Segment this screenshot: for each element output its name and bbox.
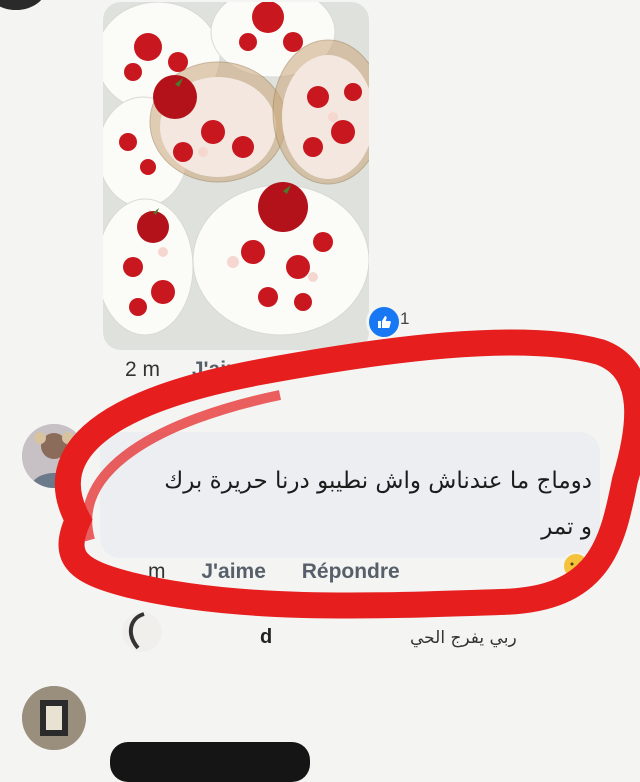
next-comment-bubble[interactable] — [110, 742, 310, 782]
post-like-button[interactable]: J'aime — [192, 358, 257, 381]
post-time: 2 m — [125, 358, 161, 381]
reply-author-name[interactable]: d — [260, 626, 272, 649]
next-commenter-avatar[interactable] — [22, 686, 86, 750]
reply-avatar-photo — [128, 612, 145, 650]
reply-preview-text: ربي يفرج الحي — [410, 628, 517, 648]
comment-line-2: و تمر — [541, 514, 592, 540]
post-like-count: 1 — [400, 309, 410, 328]
post-photo[interactable] — [103, 2, 369, 350]
post-actions: 2 m J'aime — [125, 358, 256, 382]
reply-avatar[interactable] — [122, 612, 162, 652]
comment-actions: m J'aime Répondre — [148, 560, 400, 584]
comment-reply-button[interactable]: Répondre — [302, 560, 400, 583]
comment-line-1: دوماج ما عندناش واش نطيبو درنا حريرة برك — [164, 468, 592, 494]
thumbs-up-icon — [378, 316, 391, 328]
comment-like-button[interactable]: J'aime — [201, 560, 266, 583]
comment-reaction-count: 3 — [592, 550, 601, 567]
comment-text: دوماج ما عندناش واش نطيبو درنا حريرة برك… — [120, 458, 592, 550]
strawberry-dessert-image — [103, 2, 369, 350]
comment-time: m — [148, 560, 166, 583]
commenter-avatar[interactable] — [22, 424, 86, 488]
like-reaction-icon — [366, 304, 402, 340]
top-avatar[interactable] — [0, 0, 46, 10]
next-avatar-photo — [22, 686, 86, 750]
avatar-photo — [22, 424, 86, 488]
sad-face-icon — [562, 552, 590, 580]
